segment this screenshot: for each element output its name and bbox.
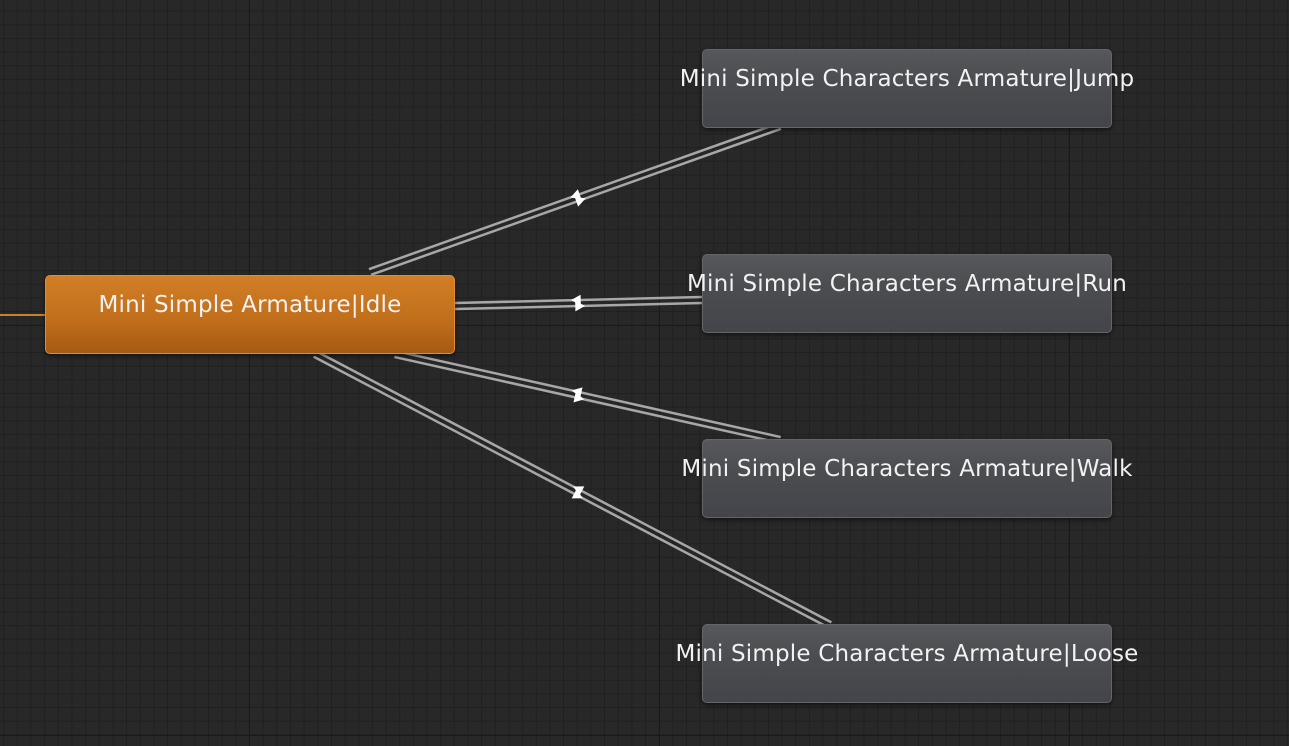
state-idle-label: Mini Simple Armature|Idle (98, 291, 402, 318)
state-run-label: Mini Simple Characters Armature|Run (686, 270, 1128, 297)
state-idle[interactable]: Mini Simple Armature|Idle (45, 275, 455, 354)
state-walk-label: Mini Simple Characters Armature|Walk (681, 455, 1133, 482)
state-run[interactable]: Mini Simple Characters Armature|Run (687, 254, 1127, 333)
state-jump[interactable]: Mini Simple Characters Armature|Jump (680, 49, 1134, 128)
state-loose[interactable]: Mini Simple Characters Armature|Loose (675, 624, 1138, 703)
transitions-layer (313, 121, 832, 629)
transition-idle-to-jump[interactable] (370, 127, 782, 277)
state-walk[interactable]: Mini Simple Characters Armature|Walk (681, 439, 1132, 518)
state-loose-label: Mini Simple Characters Armature|Loose (675, 640, 1139, 667)
state-jump-label: Mini Simple Characters Armature|Jump (679, 65, 1135, 92)
